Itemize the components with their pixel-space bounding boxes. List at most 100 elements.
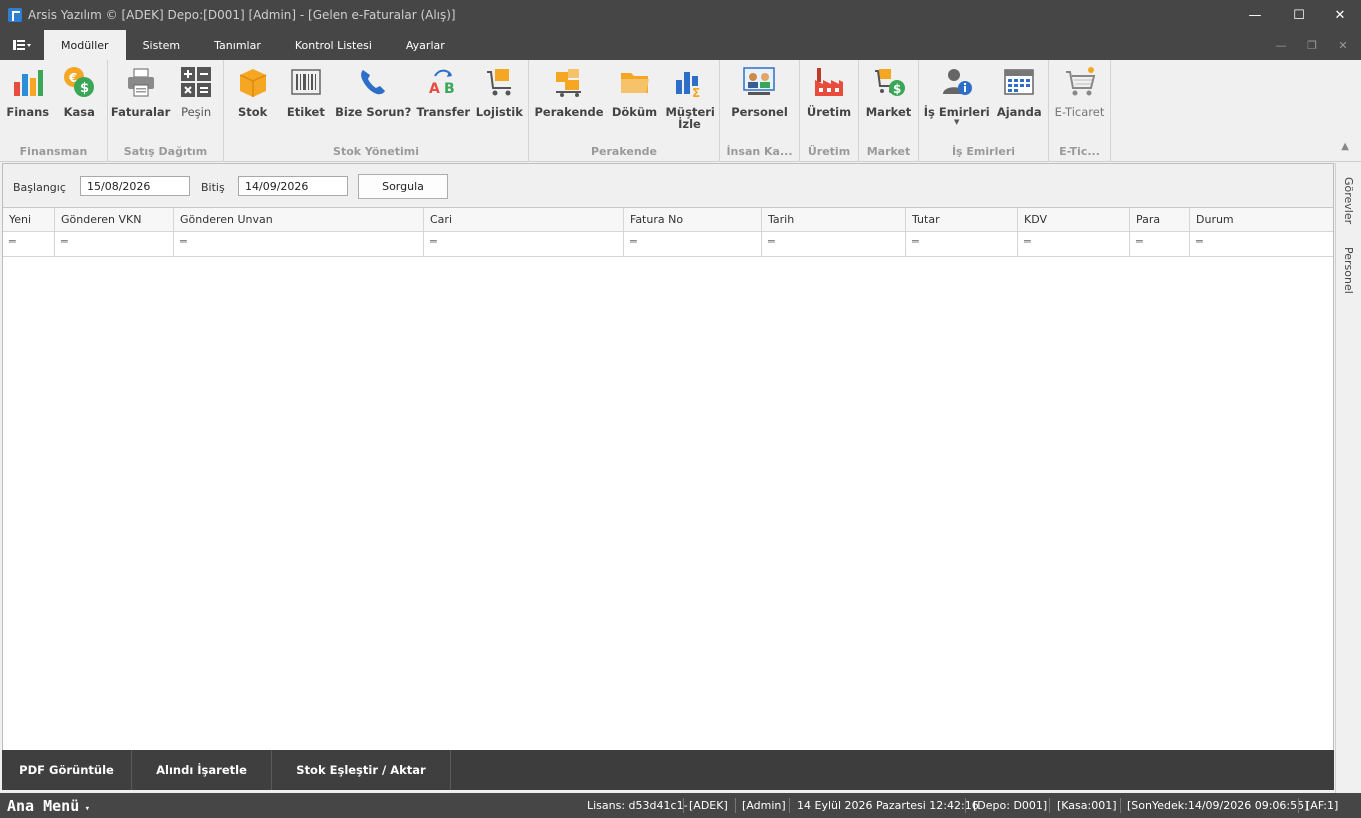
app-logo-icon <box>8 8 22 22</box>
svg-text:A: A <box>429 81 440 97</box>
ribbon-group-market: $ Market Market <box>859 60 919 162</box>
group-label-insan-kaynaklari: İnsan Ka... <box>726 145 793 158</box>
minimize-button[interactable]: — <box>1232 0 1278 30</box>
pdf-goruntule-button[interactable]: PDF Görüntüle <box>2 750 132 790</box>
column-header-gonderen-vkn[interactable]: Gönderen VKN <box>55 208 174 232</box>
maximize-button[interactable]: ☐ <box>1276 0 1322 30</box>
stok-eslestir-aktar-button[interactable]: Stok Eşleştir / Aktar <box>272 750 451 790</box>
status-kasa: [Kasa:001] <box>1057 799 1117 812</box>
svg-text:$: $ <box>80 81 89 96</box>
tab-sistem[interactable]: Sistem <box>126 30 198 60</box>
status-datetime: 14 Eylül 2026 Pazartesi 12:42:16 <box>797 799 979 812</box>
grid-body[interactable] <box>3 256 1333 750</box>
ribbon-group-uretim: Üretim Üretim <box>800 60 859 162</box>
alindi-isaretle-button[interactable]: Alındı İşaretle <box>132 750 272 790</box>
status-divider <box>1120 798 1121 813</box>
column-header-tutar[interactable]: Tutar <box>906 208 1018 232</box>
side-tab-personel[interactable]: Personel <box>1342 247 1355 294</box>
filter-cell-tutar[interactable]: ═ <box>906 232 1018 256</box>
title-bar: Arsis Yazılım © [ADEK] Depo:[D001] [Admi… <box>0 0 1361 30</box>
column-header-fatura-no[interactable]: Fatura No <box>624 208 762 232</box>
chart-sigma-icon: Σ <box>673 66 705 100</box>
bar-chart-icon <box>12 66 44 98</box>
filter-cell-kdv[interactable]: ═ <box>1018 232 1130 256</box>
status-divider <box>1049 798 1050 813</box>
filter-cell-yeni[interactable]: ═ <box>3 232 55 256</box>
close-button[interactable]: ✕ <box>1317 0 1361 30</box>
filter-cell-durum[interactable]: ═ <box>1190 232 1333 256</box>
group-label-stok-yonetimi: Stok Yönetimi <box>333 145 419 158</box>
ribbon-collapse-icon[interactable]: ▲ <box>1341 141 1349 152</box>
tab-ayarlar[interactable]: Ayarlar <box>389 30 462 60</box>
status-divider <box>1298 798 1299 813</box>
box-icon <box>237 66 269 98</box>
side-panel: Görevler Personel <box>1335 163 1361 793</box>
status-license: Lisans: d53d41c1- <box>587 799 688 812</box>
start-date-input[interactable] <box>80 176 190 196</box>
retail-boxes-icon <box>553 66 585 98</box>
window-title: Arsis Yazılım © [ADEK] Depo:[D001] [Admi… <box>28 8 456 22</box>
status-af: [AF:1] <box>1306 799 1339 812</box>
group-label-finansman: Finansman <box>19 145 88 158</box>
dropdown-arrow-icon: ▾ <box>79 803 91 814</box>
action-bar: PDF Görüntüle Alındı İşaretle Stok Eşleş… <box>2 750 1334 790</box>
group-label-satis-dagitim: Satış Dağıtım <box>123 145 208 158</box>
column-header-kdv[interactable]: KDV <box>1018 208 1130 232</box>
ana-menu-button[interactable]: Ana Menü ▾ <box>7 797 90 815</box>
phone-icon <box>357 66 389 98</box>
side-tab-gorevler[interactable]: Görevler <box>1342 177 1355 224</box>
mdi-close-icon[interactable]: ✕ <box>1328 30 1358 60</box>
dropdown-arrow-icon: ▼ <box>954 118 960 126</box>
group-label-perakende: Perakende <box>590 145 658 158</box>
filter-cell-fatura-no[interactable]: ═ <box>624 232 762 256</box>
status-company: [ADEK] <box>689 799 728 812</box>
filter-bar: Başlangıç Bitiş Sorgula <box>3 164 1333 208</box>
filter-cell-gonderen-vkn[interactable]: ═ <box>55 232 174 256</box>
sorgula-button[interactable]: Sorgula <box>358 174 448 199</box>
svg-text:B: B <box>444 81 455 97</box>
filter-cell-tarih[interactable]: ═ <box>762 232 906 256</box>
status-divider <box>683 798 684 813</box>
status-divider <box>789 798 790 813</box>
menu-bar: Modüller Sistem Tanımlar Kontrol Listesi… <box>0 30 1361 60</box>
start-date-label: Başlangıç <box>13 181 66 194</box>
status-user: [Admin] <box>742 799 786 812</box>
barcode-icon <box>290 66 322 98</box>
status-divider <box>965 798 966 813</box>
status-bar: Ana Menü ▾ Lisans: d53d41c1- [ADEK] [Adm… <box>0 793 1361 818</box>
ribbon-group-insan-kaynaklari: Personel İnsan Ka... <box>720 60 800 162</box>
application-menu-icon[interactable] <box>0 30 44 60</box>
mdi-minimize-icon[interactable]: — <box>1266 30 1296 60</box>
filter-cell-gonderen-unvan[interactable]: ═ <box>174 232 424 256</box>
column-header-gonderen-unvan[interactable]: Gönderen Unvan <box>174 208 424 232</box>
ribbon-group-finansman: Finans € $ Kasa Finansman <box>0 60 108 162</box>
tab-moduller[interactable]: Modüller <box>44 30 126 60</box>
column-header-cari[interactable]: Cari <box>424 208 624 232</box>
user-info-icon <box>941 66 973 98</box>
filter-cell-cari[interactable]: ═ <box>424 232 624 256</box>
column-header-para[interactable]: Para <box>1130 208 1190 232</box>
ribbon-group-stok-yonetimi: Stok Etiket Bize Sorun? AB Transfer Loji… <box>224 60 529 162</box>
group-label-is-emirleri: İş Emirleri <box>951 145 1016 158</box>
filter-cell-para[interactable]: ═ <box>1130 232 1190 256</box>
grid-filter-row: ═ ═ ═ ═ ═ ═ ═ ═ ═ ═ <box>3 232 1333 256</box>
column-header-yeni[interactable]: Yeni <box>3 208 55 232</box>
group-label-e-ticaret: E-Tic... <box>1059 145 1100 158</box>
calendar-icon <box>1003 66 1035 98</box>
end-date-input[interactable] <box>238 176 348 196</box>
market-cart-icon: $ <box>873 66 905 98</box>
svg-text:$: $ <box>893 82 901 96</box>
ribbon: Finans € $ Kasa Finansman Faturalar Peşin… <box>0 60 1361 162</box>
group-label-market: Market <box>866 145 911 158</box>
main-content: Başlangıç Bitiş Sorgula Yeni Gönderen VK… <box>2 163 1334 789</box>
tab-tanimlar[interactable]: Tanımlar <box>197 30 278 60</box>
tab-kontrol-listesi[interactable]: Kontrol Listesi <box>278 30 389 60</box>
column-header-tarih[interactable]: Tarih <box>762 208 906 232</box>
ribbon-group-satis-dagitim: Faturalar Peşin Satış Dağıtım <box>108 60 224 162</box>
svg-text:Σ: Σ <box>692 86 700 98</box>
transfer-ab-icon: AB <box>427 66 459 98</box>
mdi-restore-icon[interactable]: ❐ <box>1297 30 1327 60</box>
column-header-durum[interactable]: Durum <box>1190 208 1333 232</box>
currency-coins-icon: € $ <box>63 66 95 98</box>
ribbon-group-is-emirleri: İş Emirleri ▼ Ajanda İş Emirleri <box>919 60 1049 162</box>
